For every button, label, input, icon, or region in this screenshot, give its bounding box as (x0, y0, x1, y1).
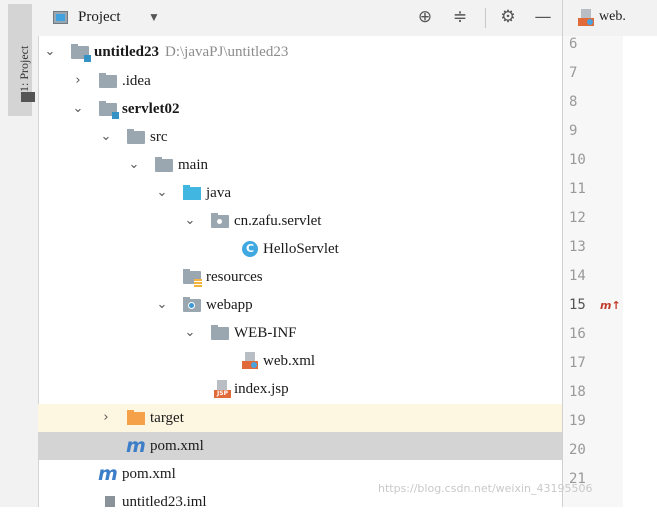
web-folder-icon (183, 297, 201, 312)
tree-node-resources[interactable]: resources (38, 263, 562, 291)
target-folder-label: target (150, 410, 184, 426)
webapp-folder-label: webapp (206, 297, 253, 313)
tree-node-target[interactable]: › target (38, 404, 562, 432)
maven-icon: m (98, 463, 118, 485)
chevron-down-icon[interactable]: ⌄ (155, 179, 169, 207)
tree-node-src[interactable]: ⌄ src (38, 123, 562, 151)
line-number: 9 (569, 123, 578, 139)
maven-override-marker-icon[interactable]: m↑ (600, 299, 621, 312)
chevron-down-icon[interactable]: ⌄ (155, 291, 169, 319)
tree-node-module-pom[interactable]: m pom.xml (38, 432, 562, 460)
gear-icon[interactable]: ⚙ (497, 6, 519, 28)
resources-folder-icon (183, 269, 202, 287)
line-number: 15 (569, 297, 586, 313)
hide-icon[interactable]: — (532, 6, 554, 28)
line-number: 16 (569, 326, 586, 342)
xml-file-icon (242, 352, 258, 370)
package-label: cn.zafu.servlet (234, 213, 322, 229)
project-view-icon (53, 11, 68, 24)
line-number: 17 (569, 355, 586, 371)
collapse-all-icon[interactable]: ≑ (449, 6, 471, 28)
src-folder-label: src (150, 129, 168, 145)
tree-node-indexjsp[interactable]: JSP index.jsp (38, 375, 562, 403)
resources-folder-label: resources (206, 269, 263, 285)
editor-tab-webxml[interactable]: web. (563, 0, 657, 36)
line-number: 7 (569, 65, 578, 81)
project-panel-header: Project ▼ ⊕ ≑ ⚙ — (38, 0, 562, 36)
iml-file-icon (102, 496, 118, 510)
tree-node-main[interactable]: ⌄ main (38, 151, 562, 179)
chevron-down-icon[interactable]: ⌄ (183, 207, 197, 235)
chevron-right-icon[interactable]: › (99, 404, 113, 432)
folder-icon (211, 325, 229, 340)
chevron-right-icon[interactable]: › (71, 67, 85, 95)
package-icon (211, 213, 229, 228)
line-number: 13 (569, 239, 586, 255)
java-folder-label: java (206, 185, 231, 201)
idea-folder-label: .idea (122, 73, 151, 89)
chevron-down-icon[interactable]: ⌄ (43, 38, 57, 66)
project-tool-window-label: 1: Project (17, 45, 31, 92)
chevron-down-icon[interactable]: ⌄ (183, 319, 197, 347)
java-class-icon: C (242, 241, 258, 257)
editor-tab-label: web. (599, 9, 626, 24)
line-number: 12 (569, 210, 586, 226)
tree-node-class[interactable]: C HelloServlet (38, 235, 562, 263)
locate-icon[interactable]: ⊕ (414, 6, 436, 28)
tree-node-webinf[interactable]: ⌄ WEB-INF (38, 319, 562, 347)
webinf-folder-label: WEB-INF (234, 325, 297, 341)
project-view-selector[interactable]: Project (78, 9, 121, 26)
line-number: 11 (569, 181, 586, 197)
line-number: 6 (569, 36, 578, 52)
module-label: servlet02 (122, 101, 180, 117)
line-number: 14 (569, 268, 586, 284)
main-folder-label: main (178, 157, 208, 173)
editor-gutter: web. 6 7 8 9 10 11 12 13 14 15 m↑ 16 17 18 19 20 21 (562, 0, 657, 507)
maven-icon: m (126, 435, 146, 457)
line-number: 19 (569, 413, 586, 429)
xml-file-icon (578, 9, 594, 27)
module-folder-icon (71, 44, 91, 62)
tree-node-webxml[interactable]: web.xml (38, 347, 562, 375)
line-number: 20 (569, 442, 586, 458)
watermark: https://blog.csdn.net/weixin_43195506 (378, 482, 593, 495)
jsp-badge-text: JSP (214, 390, 231, 398)
module-folder-icon (99, 101, 119, 119)
tree-node-idea[interactable]: › .idea (38, 67, 562, 95)
chevron-down-icon[interactable]: ⌄ (71, 95, 85, 123)
project-tool-window-tab[interactable]: 1: Project (8, 4, 35, 116)
folder-icon (99, 73, 117, 88)
root-project-name: untitled23 (94, 44, 160, 60)
line-number: 8 (569, 94, 578, 110)
iml-label: untitled23.iml (122, 494, 207, 510)
tool-window-stripe: 1: Project (0, 0, 39, 507)
folder-icon (155, 157, 173, 172)
indexjsp-label: index.jsp (234, 381, 289, 397)
tree-node-module[interactable]: ⌄ servlet02 (38, 95, 562, 123)
folder-icon (21, 92, 35, 102)
toolbar-separator (485, 8, 486, 28)
tree-node-package[interactable]: ⌄ cn.zafu.servlet (38, 207, 562, 235)
chevron-down-icon[interactable]: ⌄ (99, 123, 113, 151)
line-number: 18 (569, 384, 586, 400)
excluded-folder-icon (127, 410, 145, 425)
module-pom-label: pom.xml (150, 438, 204, 454)
tree-node-java[interactable]: ⌄ java (38, 179, 562, 207)
root-project-path: D:\javaPJ\untitled23 (165, 44, 289, 60)
jsp-file-icon: JSP (214, 380, 231, 398)
root-pom-label: pom.xml (122, 466, 176, 482)
tree-node-webapp[interactable]: ⌄ webapp (38, 291, 562, 319)
caret-down-icon[interactable]: ▼ (148, 10, 160, 25)
project-tree: ⌄ untitled23 D:\javaPJ\untitled23 › .idea… (38, 36, 562, 510)
webxml-label: web.xml (263, 353, 316, 369)
line-number: 10 (569, 152, 586, 168)
folder-icon (127, 129, 145, 144)
tree-node-root[interactable]: ⌄ untitled23 D:\javaPJ\untitled23 (38, 38, 562, 66)
chevron-down-icon[interactable]: ⌄ (127, 151, 141, 179)
source-root-folder-icon (183, 185, 201, 200)
class-label: HelloServlet (263, 241, 339, 257)
